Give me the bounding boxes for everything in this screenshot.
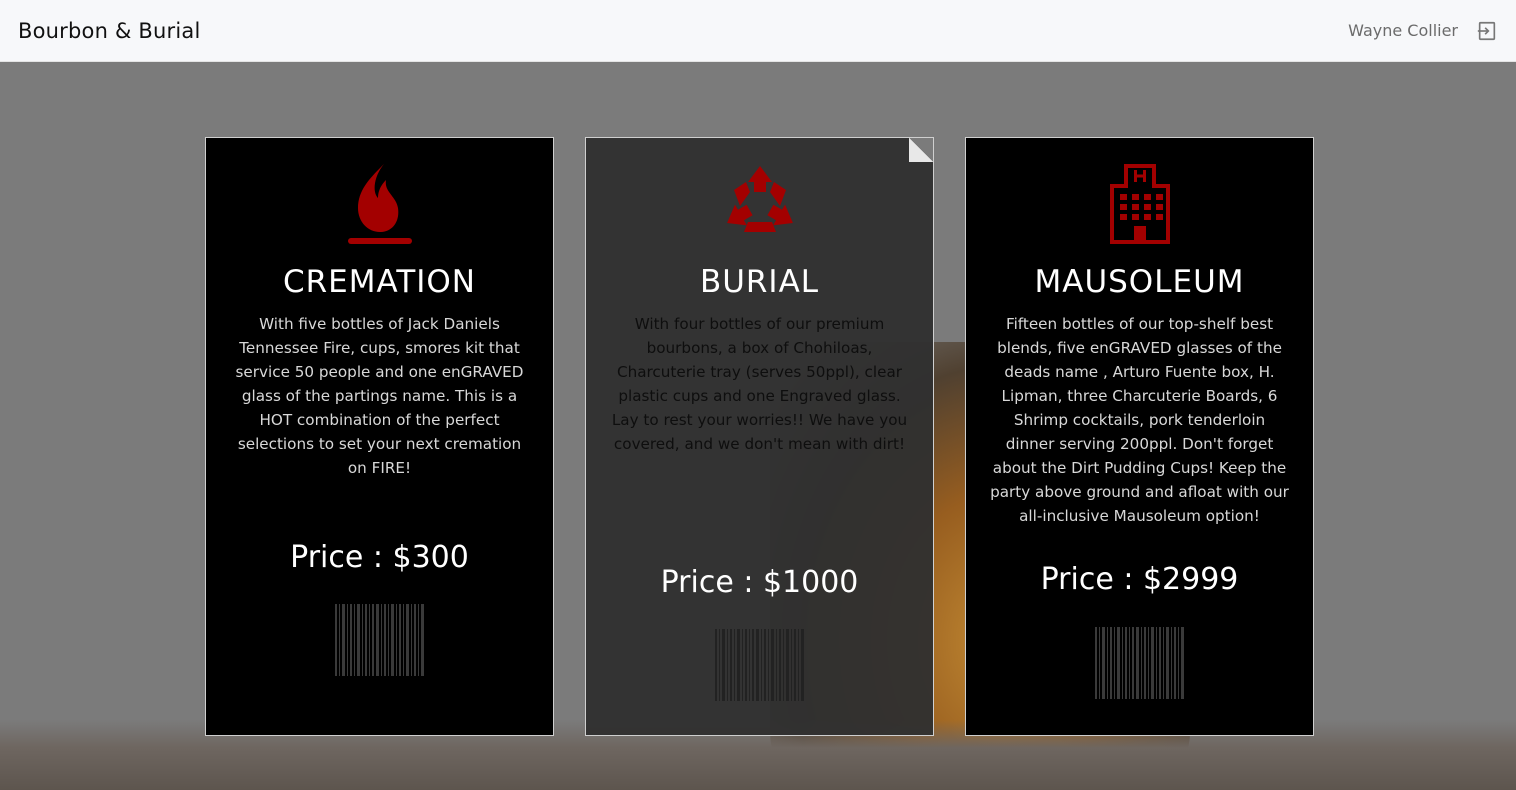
- package-card-cremation[interactable]: CREMATION With five bottles of Jack Dani…: [205, 137, 554, 736]
- user-name[interactable]: Wayne Collier: [1348, 21, 1458, 40]
- card-title: MAUSOLEUM: [1034, 264, 1245, 300]
- recycle-icon: [726, 166, 793, 232]
- card-description: Fifteen bottles of our top-shelf best bl…: [990, 315, 1289, 525]
- fire-icon: [347, 164, 412, 244]
- barcode-icon: [1095, 627, 1184, 699]
- sign-out-icon[interactable]: [1476, 20, 1498, 42]
- card-description: With five bottles of Jack Daniels Tennes…: [235, 315, 524, 477]
- barcode-icon: [715, 629, 804, 701]
- top-navbar: Bourbon & Burial Wayne Collier: [0, 0, 1516, 62]
- card-price: Price : $1000: [660, 565, 859, 600]
- page-fold-corner: [909, 138, 933, 162]
- barcode-icon: [335, 604, 424, 676]
- card-title: BURIAL: [699, 264, 820, 300]
- package-card-mausoleum[interactable]: MAUSOLEUM Fifteen bottles of our top-she…: [965, 137, 1314, 736]
- card-title: CREMATION: [283, 264, 476, 300]
- card-description: With four bottles of our premium bourbon…: [611, 315, 908, 453]
- hospital-building-icon: [1109, 164, 1170, 244]
- user-area: Wayne Collier: [1348, 20, 1498, 42]
- brand-title[interactable]: Bourbon & Burial: [18, 19, 201, 43]
- card-price: Price : $300: [290, 540, 469, 575]
- package-card-burial[interactable]: BURIAL With four bottles of our premium …: [585, 137, 934, 736]
- card-price: Price : $2999: [1040, 562, 1239, 597]
